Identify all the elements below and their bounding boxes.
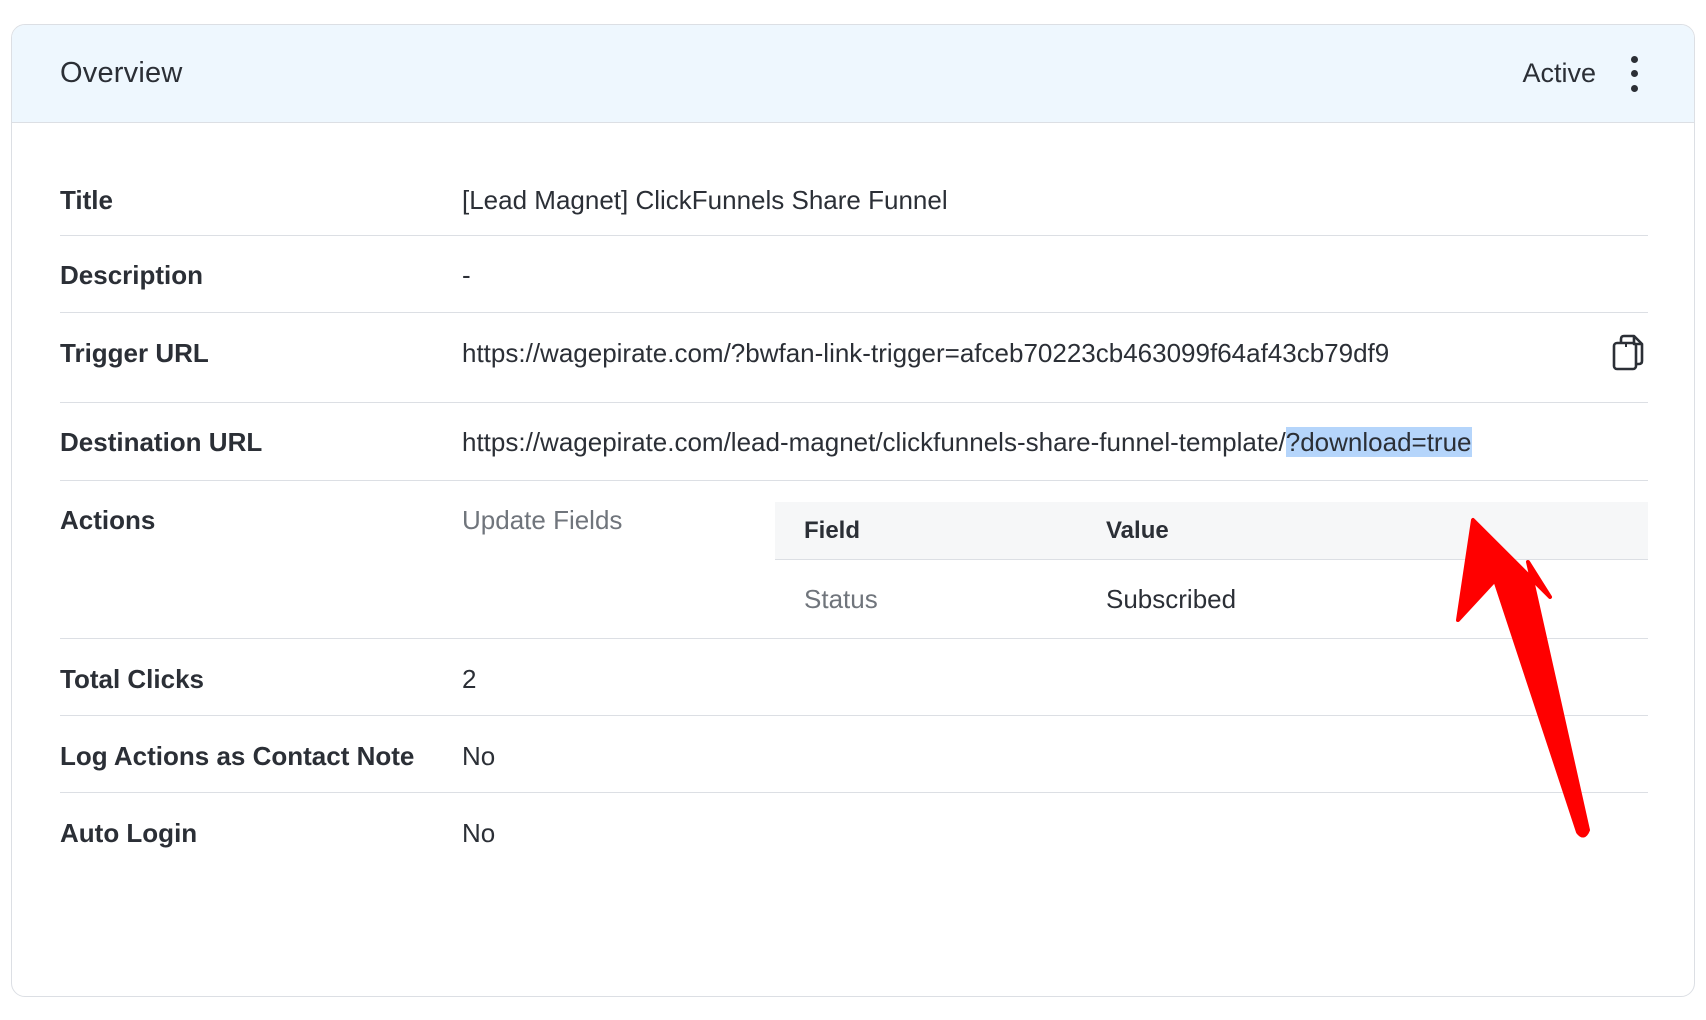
column-header-field: Field	[804, 517, 861, 544]
row-description: Description -	[60, 236, 1648, 313]
row-label: Title	[60, 185, 113, 215]
trigger-url-value[interactable]: https://wagepirate.com/?bwfan-link-trigg…	[462, 338, 1389, 369]
kebab-dot	[1630, 84, 1638, 92]
kebab-menu-icon[interactable]	[1624, 55, 1644, 92]
row-label: Destination URL	[60, 427, 263, 457]
row-label: Description	[60, 260, 204, 290]
card-title: Overview	[60, 57, 183, 89]
copy-icon[interactable]	[1610, 333, 1646, 371]
kebab-dot	[1630, 70, 1638, 77]
row-value: 2	[462, 664, 477, 694]
row-total-clicks: Total Clicks 2	[60, 639, 1648, 716]
table-row: Status Subscribed	[775, 560, 1648, 640]
actions-table-header: Field Value	[775, 502, 1648, 560]
destination-url-main: https://wagepirate.com/lead-magnet/click…	[462, 427, 1286, 457]
row-label: Actions	[60, 505, 156, 535]
row-value: [Lead Magnet] ClickFunnels Share Funnel	[462, 185, 948, 215]
row-value: No	[462, 818, 496, 848]
row-title: Title [Lead Magnet] ClickFunnels Share F…	[60, 162, 1648, 236]
card-header: Overview Active	[12, 25, 1694, 123]
row-trigger-url: Trigger URL https://wagepirate.com/?bwfa…	[60, 313, 1648, 403]
row-value: No	[462, 741, 496, 771]
row-value: -	[462, 260, 471, 290]
destination-url-value[interactable]: https://wagepirate.com/lead-magnet/click…	[462, 427, 1472, 458]
row-actions: Actions Update Fields Field Value Status…	[60, 481, 1648, 639]
status-label: Active	[1522, 58, 1596, 88]
kebab-dot	[1630, 55, 1638, 63]
column-header-value: Value	[1106, 517, 1169, 544]
row-log-actions: Log Actions as Contact Note No	[60, 716, 1648, 793]
row-label: Trigger URL	[60, 338, 209, 368]
cell-field: Status	[804, 584, 878, 614]
row-label: Log Actions as Contact Note	[60, 741, 415, 771]
overview-card: Overview Active Title [Lead Magnet] Clic…	[11, 24, 1695, 997]
actions-table: Field Value Status Subscribed	[775, 502, 1648, 640]
header-right: Active	[1522, 55, 1644, 92]
row-destination-url: Destination URL https://wagepirate.com/l…	[60, 403, 1648, 481]
row-label: Auto Login	[60, 818, 198, 848]
row-label: Total Clicks	[60, 664, 205, 694]
destination-url-selected-text: ?download=true	[1285, 427, 1472, 457]
row-auto-login: Auto Login No	[60, 793, 1648, 871]
action-type: Update Fields	[462, 505, 623, 535]
cell-value: Subscribed	[1106, 584, 1237, 614]
